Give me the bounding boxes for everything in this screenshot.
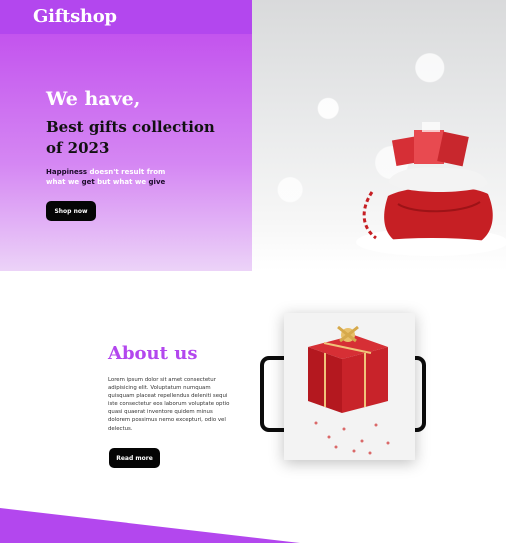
header-brand-area: Giftshop [0,0,252,34]
tagline-part: but what we [97,178,147,186]
hero-subheading: Best gifts collection of 2023 [46,118,215,157]
read-more-button[interactable]: Read more [109,448,160,468]
hero-tagline: Happiness doesn't result from what we ge… [46,167,171,187]
tagline-part: Happiness [46,168,88,176]
brand-logo[interactable]: Giftshop [33,6,117,27]
gift-box-illustration [284,313,415,460]
about-description: Lorem ipsum dolor sit amet consectetur a… [108,377,230,432]
tagline-part: get [81,178,95,186]
bottom-decoration [0,508,300,543]
tagline-part: give [148,178,166,186]
shop-now-button[interactable]: Shop now [46,201,96,221]
hero-heading: We have, [46,88,141,110]
gift-box-image [284,313,415,460]
tagline-part: doesn't result from [89,168,166,176]
tagline-part: what we [46,178,80,186]
about-title: About us [108,343,198,364]
santa-bag-image [356,122,506,256]
